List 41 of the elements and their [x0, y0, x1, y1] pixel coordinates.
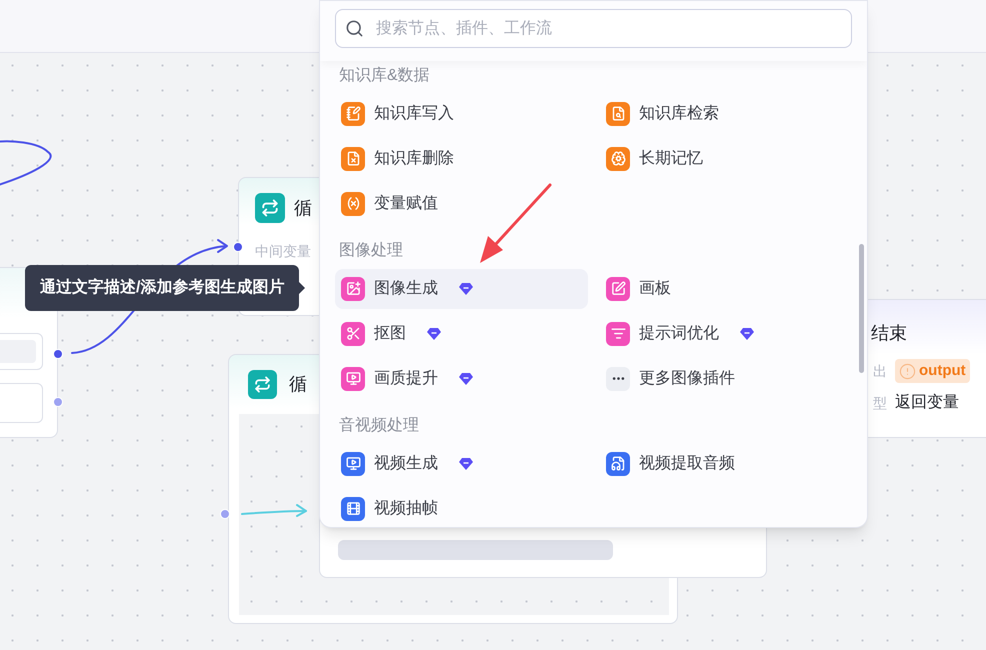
menu-item[interactable]: 视频抽帧	[335, 488, 588, 527]
loop-icon	[248, 370, 277, 399]
port-handle[interactable]	[53, 349, 63, 359]
section-title: 图像处理	[339, 240, 403, 261]
menu-item[interactable]: 抠图	[335, 314, 588, 354]
output-tag: output	[895, 359, 970, 383]
tooltip: 通过文字描述/添加参考图生成图片	[25, 265, 300, 311]
menu-item[interactable]: 更多图像插件	[600, 358, 853, 398]
menu-item[interactable]: 长期记忆	[600, 138, 853, 178]
section-title: 知识库&数据	[339, 66, 430, 86]
menu-item[interactable]: 画板	[600, 268, 853, 308]
variable-label: 中间变量	[255, 243, 311, 259]
port-handle[interactable]	[220, 509, 230, 519]
connector-arrow	[241, 504, 307, 517]
connector-line	[0, 140, 52, 187]
menu-item[interactable]: 提示词优化	[600, 314, 853, 354]
node-title: 结束	[871, 323, 907, 343]
node-title: 循	[294, 196, 312, 220]
menu-item[interactable]: 知识库删除	[335, 138, 588, 178]
loop-icon	[255, 193, 285, 223]
menu-item[interactable]: 画质提升	[335, 358, 588, 398]
node-title: 循	[289, 373, 307, 396]
warning-icon	[899, 362, 916, 380]
menu-item[interactable]: 知识库检索	[600, 94, 853, 134]
field-label: 出	[873, 362, 887, 380]
menu-item[interactable]: 视频生成	[335, 444, 588, 484]
scrollbar[interactable]	[859, 244, 864, 373]
input-field[interactable]	[0, 333, 43, 370]
search-field[interactable]: 搜索节点、插件、工作流	[335, 9, 852, 48]
search-icon	[345, 19, 364, 38]
port-handle[interactable]	[233, 242, 243, 252]
menu-item[interactable]: 视频提取音频	[600, 444, 853, 484]
port-handle[interactable]	[53, 397, 63, 407]
section-title: 音视频处理	[339, 416, 419, 436]
field-value: 返回变量	[895, 392, 959, 413]
field-label: 型	[873, 394, 887, 412]
input-field[interactable]	[0, 383, 43, 423]
menu-item[interactable]: 图像生成	[335, 268, 588, 308]
menu-item[interactable]: 变量赋值	[335, 184, 588, 224]
tooltip-pointer	[299, 282, 306, 294]
menu-item[interactable]: 知识库写入	[335, 94, 588, 134]
